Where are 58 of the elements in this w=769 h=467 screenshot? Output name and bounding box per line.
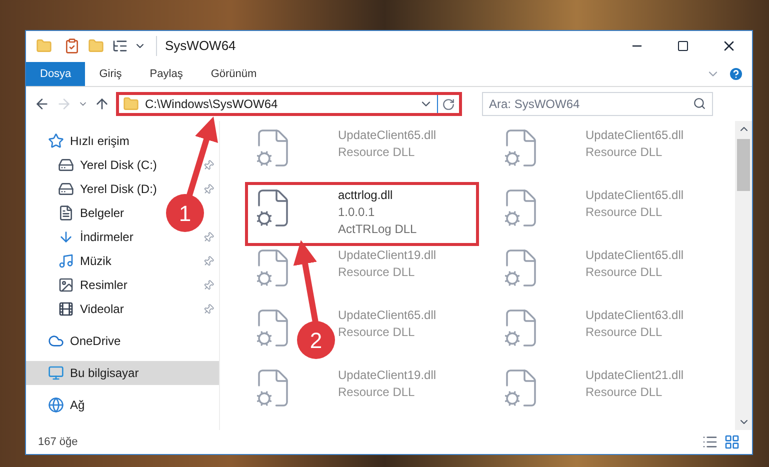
search-field[interactable]: Ara: SysWOW64 [482,92,713,116]
file-detail: 1.0.0.1 [338,204,376,221]
ribbon-tab[interactable]: Paylaş [136,62,197,86]
sidebar-item[interactable]: İndirmeler [80,228,134,246]
picture-icon [58,277,74,293]
sidebar-item[interactable]: OneDrive [70,332,121,350]
file-name[interactable]: acttrlog.dll [338,187,417,204]
sidebar-item[interactable]: Yerel Disk (C:) [80,156,157,174]
file-detail: Resource DLL [586,144,664,161]
file-detail: Resource DLL [586,384,664,401]
sidebar-item[interactable]: Ağ [70,396,85,414]
file-detail: ActTRLog DLL [338,221,417,238]
new-folder-icon[interactable] [88,38,104,54]
file-detail: Resource DLL [338,264,416,281]
file-detail: Resource DLL [586,324,664,341]
help-icon[interactable] [728,66,744,82]
file-detail: Resource DLL [586,204,664,221]
refresh-icon[interactable] [442,98,455,110]
monitor-icon [48,365,64,381]
drive-icon [58,157,74,173]
file-detail: Resource DLL [338,324,416,341]
sidebar-item[interactable]: Videolar [80,300,124,318]
music-note-icon [58,253,74,269]
sidebar-item[interactable]: Müzik [80,252,112,270]
details-view-icon[interactable] [702,434,718,450]
view-list-icon[interactable] [112,38,128,54]
folder-icon[interactable] [36,38,52,54]
ribbon-tab[interactable]: Giriş [85,62,136,86]
address-field[interactable]: C:\Windows\SysWOW64 [116,92,462,116]
file-detail: Resource DLL [338,384,416,401]
sidebar-item[interactable]: Yerel Disk (D:) [80,180,157,198]
file-item[interactable]: acttrlog.dll 1.0.0.1 ActTRLog DLL [248,185,476,243]
file-detail: Resource DLL [338,144,416,161]
sidebar-item[interactable]: Bu bilgisayar [26,361,219,385]
document-icon [58,205,74,221]
scroll-thumb[interactable] [737,139,750,191]
maximize-icon [677,40,689,52]
tiles-view-icon[interactable] [724,434,740,450]
film-icon [58,301,74,317]
scrollbar[interactable] [735,121,752,430]
cloud-icon [48,333,64,349]
sidebar-item[interactable]: Hızlı erişim [70,132,130,150]
up-icon[interactable] [94,96,110,112]
item-count: 167 öğe [38,434,79,450]
folder-icon [123,96,139,112]
forward-icon[interactable] [56,96,72,112]
sidebar-item[interactable]: Resimler [80,276,128,294]
back-icon[interactable] [34,96,50,112]
search-icon[interactable] [693,97,706,110]
sidebar-item[interactable]: Belgeler [80,204,124,222]
drive-icon [58,181,74,197]
window-title: SysWOW64 [156,36,236,56]
star-icon [48,133,64,149]
globe-icon [48,397,64,413]
ribbon-tab[interactable]: Görünüm [196,62,271,86]
properties-icon[interactable] [64,38,80,54]
file-detail: Resource DLL [586,264,664,281]
ribbon-tab[interactable]: Dosya [26,62,86,86]
